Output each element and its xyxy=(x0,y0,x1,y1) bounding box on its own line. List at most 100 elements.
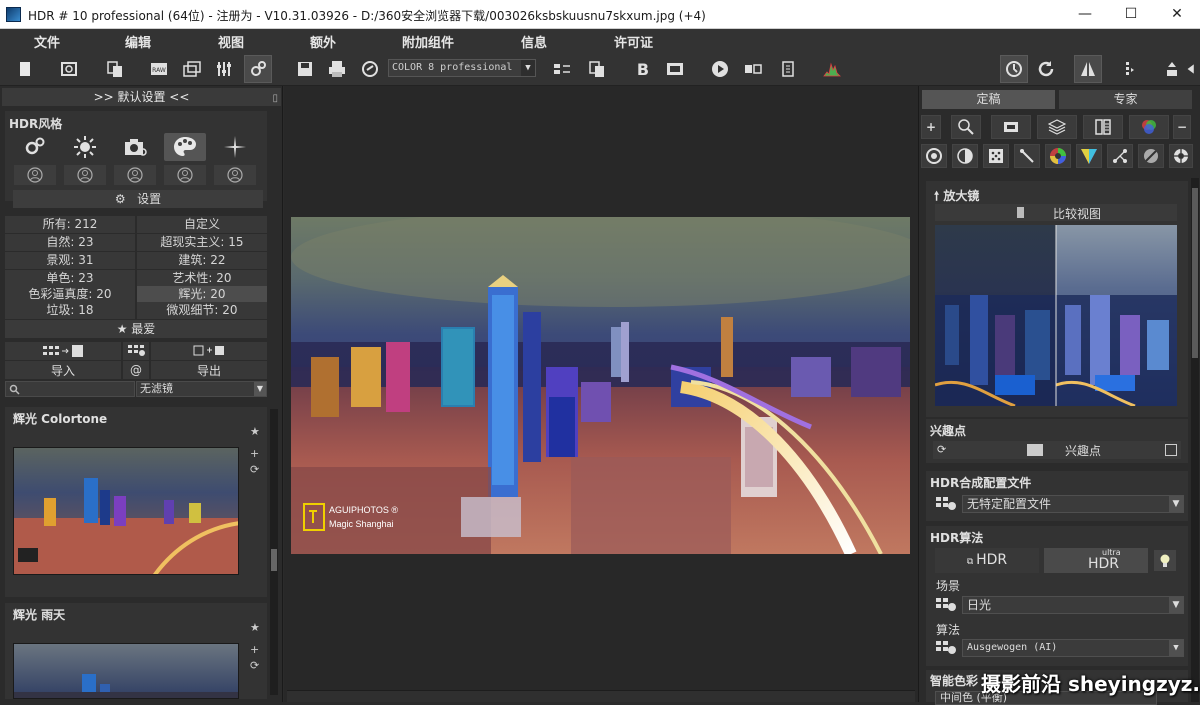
info-button[interactable] xyxy=(774,55,802,83)
add-grid-button[interactable] xyxy=(151,342,267,360)
bookmark-button[interactable]: B xyxy=(629,55,657,83)
style-natural[interactable] xyxy=(64,133,106,161)
slideshow-button[interactable] xyxy=(661,55,689,83)
scrollbar-thumb[interactable] xyxy=(271,549,277,571)
maximize-button[interactable]: ☐ xyxy=(1108,0,1154,29)
user-slot-1[interactable] xyxy=(14,165,56,185)
batch-button[interactable] xyxy=(101,55,129,83)
tool-brush[interactable] xyxy=(1014,144,1040,168)
lightbulb-button[interactable] xyxy=(1154,550,1176,571)
user-slot-3[interactable] xyxy=(114,165,156,185)
favorites-button[interactable]: ★ 最爱 xyxy=(5,320,267,338)
compare-button[interactable] xyxy=(739,55,767,83)
preset-thumbnail[interactable] xyxy=(13,447,239,575)
preset-thumbnail[interactable] xyxy=(13,643,239,699)
color-profile-select[interactable]: COLOR 8 professional ▼ xyxy=(388,59,536,77)
save-button[interactable] xyxy=(291,55,319,83)
minimize-button[interactable]: — xyxy=(1062,0,1108,29)
zoom-button[interactable] xyxy=(951,115,981,139)
menu-license[interactable]: 许可证 xyxy=(614,32,653,51)
interest-title[interactable]: 兴趣点 xyxy=(930,422,966,439)
scrollbar-thumb[interactable] xyxy=(1192,188,1198,358)
open-button[interactable] xyxy=(55,55,83,83)
menu-file[interactable]: 文件 xyxy=(34,32,60,51)
histogram-button[interactable] xyxy=(818,55,846,83)
menu-addons[interactable]: 附加组件 xyxy=(402,32,454,51)
preset-card[interactable]: 辉光 Colortone ★ + ⟳ xyxy=(5,407,267,597)
crop-button[interactable] xyxy=(1158,55,1186,83)
print-button[interactable] xyxy=(323,55,351,83)
import-grid-button[interactable] xyxy=(5,342,121,360)
tool-eraser[interactable] xyxy=(1138,144,1164,168)
export-button[interactable] xyxy=(356,55,384,83)
export-preset-button[interactable]: 导出 xyxy=(151,361,267,379)
frame-icon[interactable] xyxy=(1027,444,1043,456)
search-input[interactable] xyxy=(5,381,135,397)
preset-card[interactable]: 辉光 雨天 ★ + ⟳ xyxy=(5,603,267,699)
plus-icon[interactable]: + xyxy=(250,447,259,460)
settings-button[interactable]: ⚙ 设置 xyxy=(13,190,263,208)
refresh-icon[interactable]: ⟳ xyxy=(937,443,946,456)
compare-view-bar[interactable]: 比较视图 xyxy=(935,204,1177,221)
close-button[interactable]: ✕ xyxy=(1154,0,1200,29)
filter-select[interactable]: 无滤镜 ▼ xyxy=(136,381,267,397)
plus-icon[interactable]: + xyxy=(250,643,259,656)
style-camera[interactable] xyxy=(114,133,156,161)
refresh-icon[interactable]: ⟳ xyxy=(250,659,259,672)
category-color-fidelity[interactable]: 色彩逼真度: 20 xyxy=(5,286,135,303)
right-scrollbar[interactable] xyxy=(1191,178,1199,702)
category-landscape[interactable]: 景观: 31 xyxy=(5,252,135,269)
tool-nodes[interactable] xyxy=(1107,144,1133,168)
presets-header[interactable]: >> 默认设置 << ▯ xyxy=(2,88,281,106)
menu-info[interactable]: 信息 xyxy=(521,32,547,51)
tool-noise[interactable] xyxy=(983,144,1009,168)
split-button[interactable] xyxy=(1083,115,1123,139)
menu-view[interactable]: 视图 xyxy=(218,32,244,51)
layout-button[interactable] xyxy=(548,55,576,83)
user-slot-2[interactable] xyxy=(64,165,106,185)
merge-profile-title[interactable]: HDR合成配置文件 xyxy=(930,474,1031,491)
tab-expert[interactable]: 专家 xyxy=(1059,90,1192,109)
add-tool-button[interactable]: + xyxy=(921,115,941,139)
tab-finalize[interactable]: 定稿 xyxy=(922,90,1055,109)
preset-scrollbar[interactable] xyxy=(270,409,278,695)
hdr-mode-button[interactable]: ⧉ HDR xyxy=(935,548,1039,573)
tool-aperture[interactable] xyxy=(1169,144,1193,168)
category-all[interactable]: 所有: 212 xyxy=(5,216,135,233)
category-architecture[interactable]: 建筑: 22 xyxy=(137,252,267,269)
scene-select[interactable]: 日光 ▼ xyxy=(962,596,1184,614)
category-natural[interactable]: 自然: 23 xyxy=(5,234,135,251)
main-image[interactable]: AGUIPHOTOS ® Magic Shanghai xyxy=(291,217,910,554)
category-grunge[interactable]: 垃圾: 18 xyxy=(5,302,135,319)
smart-color-title[interactable]: 智能色彩 xyxy=(930,672,978,689)
frame-button[interactable] xyxy=(991,115,1031,139)
autoprocess-button[interactable] xyxy=(1000,55,1028,83)
gallery-button[interactable] xyxy=(178,55,206,83)
style-gears[interactable] xyxy=(14,133,56,161)
method-select[interactable]: Ausgewogen (AI) ▼ xyxy=(962,639,1184,657)
grid-select-button[interactable] xyxy=(123,342,149,360)
panel-toggle-button[interactable] xyxy=(1114,55,1142,83)
star-icon[interactable]: ★ xyxy=(250,621,260,634)
category-monochrome[interactable]: 单色: 23 xyxy=(5,270,135,287)
tool-contrast[interactable] xyxy=(952,144,978,168)
at-button[interactable]: @ xyxy=(123,361,149,379)
effects-button[interactable] xyxy=(244,55,272,83)
category-microdetail[interactable]: 微观细节: 20 xyxy=(137,302,267,319)
layers-button[interactable] xyxy=(1037,115,1077,139)
category-artistic[interactable]: 艺术性: 20 xyxy=(137,270,267,287)
refresh-button[interactable] xyxy=(1032,55,1060,83)
category-custom[interactable]: 自定义 xyxy=(137,216,267,233)
tool-exposure[interactable] xyxy=(921,144,947,168)
copy-button[interactable] xyxy=(583,55,611,83)
category-glow[interactable]: 辉光: 20 xyxy=(137,286,267,303)
mirror-button[interactable] xyxy=(1074,55,1102,83)
refresh-icon[interactable]: ⟳ xyxy=(250,463,259,476)
import-button[interactable]: 导入 xyxy=(5,361,121,379)
style-glow[interactable] xyxy=(214,133,256,161)
merge-profile-select[interactable]: 无特定配置文件 ▼ xyxy=(962,495,1184,513)
new-button[interactable] xyxy=(11,55,39,83)
adjust-button[interactable] xyxy=(210,55,238,83)
ultra-hdr-button[interactable]: ultra HDR xyxy=(1044,548,1148,573)
remove-tool-button[interactable]: − xyxy=(1173,115,1191,139)
